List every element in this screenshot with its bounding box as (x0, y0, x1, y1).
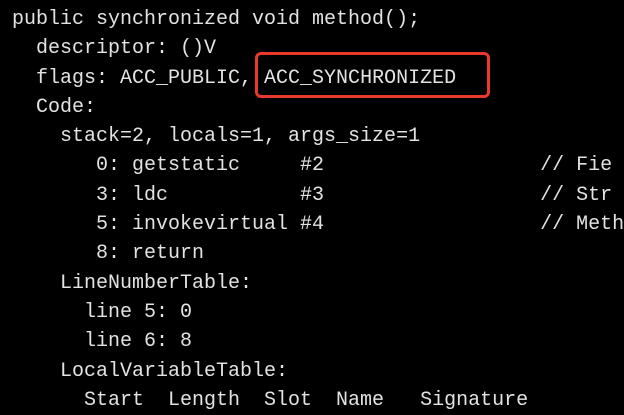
bytecode-line: 5: invokevirtual #4 // Meth (12, 213, 624, 237)
line-number-entry: line 5: 0 (12, 300, 193, 324)
bytecode-line: 8: return (12, 242, 205, 266)
highlight-box (255, 52, 490, 98)
method-signature: public synchronized void method(); (12, 8, 421, 31)
flags-prefix: flags: ACC_PUBLIC, (12, 66, 265, 90)
line-number-entry: line 6: 8 (12, 330, 193, 354)
bytecode-line: 3: ldc #3 // Str (12, 183, 613, 207)
stack-info: stack=2, locals=1, args_size=1 (12, 125, 421, 149)
line-number-table-label: LineNumberTable: (12, 271, 253, 295)
local-variable-table-header: Start Length Slot Name Signature (12, 388, 529, 412)
bytecode-line: 0: getstatic #2 // Fie (12, 154, 613, 178)
local-variable-table-label: LocalVariableTable: (12, 359, 289, 383)
